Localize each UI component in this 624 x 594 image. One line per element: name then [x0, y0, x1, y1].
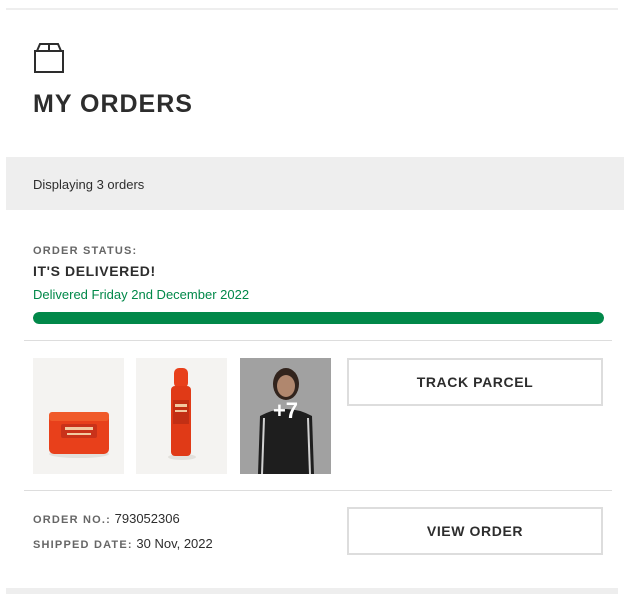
bottom-divider: [6, 588, 618, 594]
order-status-value: IT'S DELIVERED!: [33, 263, 156, 279]
hair-cream-jar-image: [33, 358, 124, 474]
page-title: MY ORDERS: [33, 90, 193, 118]
product-thumbnail[interactable]: [136, 358, 227, 474]
top-divider: [6, 8, 618, 10]
order-number-label: ORDER NO.:: [33, 514, 111, 526]
order-count-bar: Displaying 3 orders: [6, 157, 624, 210]
shipped-date-label: SHIPPED DATE:: [33, 539, 133, 551]
delivered-date: Delivered Friday 2nd December 2022: [33, 287, 250, 302]
order-number-value: 793052306: [114, 511, 180, 526]
box-icon: [34, 43, 64, 73]
hair-mousse-bottle-image: [136, 358, 227, 474]
delivery-progress-bar: [33, 312, 604, 324]
delivery-progress-fill: [33, 312, 604, 324]
more-items-count: +7: [272, 398, 299, 423]
divider: [24, 340, 612, 341]
more-items-thumbnail[interactable]: +7: [240, 358, 331, 474]
view-order-button[interactable]: VIEW ORDER: [347, 507, 603, 555]
shipped-date-value: 30 Nov, 2022: [136, 536, 213, 551]
product-thumbnail[interactable]: [33, 358, 124, 474]
order-number-row: ORDER NO.: 793052306: [33, 511, 180, 526]
orders-header: [33, 42, 65, 74]
order-status-label: ORDER STATUS:: [33, 245, 138, 257]
track-parcel-button[interactable]: TRACK PARCEL: [347, 358, 603, 406]
shipped-date-row: SHIPPED DATE: 30 Nov, 2022: [33, 536, 213, 551]
order-count-text: Displaying 3 orders: [33, 177, 145, 192]
divider: [24, 490, 612, 491]
